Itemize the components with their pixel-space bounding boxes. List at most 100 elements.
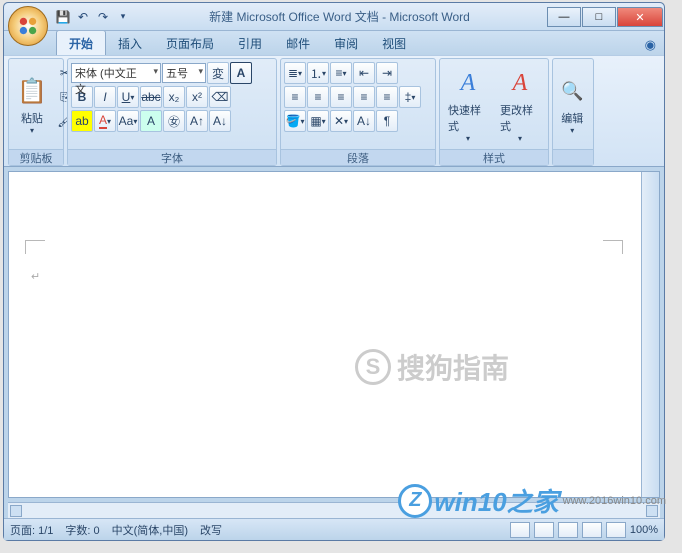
ribbon: 📋 粘贴 ▾ ✂ ⎘ 🖌 剪贴板 宋体 (中文正文 五号 変 A bbox=[4, 55, 664, 167]
change-styles-icon: A bbox=[513, 66, 528, 102]
view-draft-button[interactable] bbox=[606, 522, 626, 538]
show-hide-button[interactable]: ¶ bbox=[376, 110, 398, 132]
paste-button[interactable]: 📋 粘贴 ▾ bbox=[12, 62, 52, 146]
group-label-styles: 样式 bbox=[440, 149, 548, 165]
group-font: 宋体 (中文正文 五号 変 A B I U▾ abc x₂ x² ⌫ ab A▾ bbox=[67, 58, 277, 166]
qat-dropdown-icon[interactable]: ▾ bbox=[114, 8, 132, 26]
find-icon: 🔍 bbox=[561, 74, 583, 110]
view-outline-button[interactable] bbox=[582, 522, 602, 538]
asian-layout-button[interactable]: ✕▾ bbox=[330, 110, 352, 132]
clear-formatting-icon[interactable]: ⌫ bbox=[209, 86, 231, 108]
win10-logo-icon: Z bbox=[398, 484, 432, 518]
group-label-clipboard: 剪贴板 bbox=[9, 149, 63, 165]
tab-mailings[interactable]: 邮件 bbox=[274, 31, 322, 55]
change-styles-button[interactable]: A 更改样式 ▾ bbox=[495, 62, 545, 146]
tab-page-layout[interactable]: 页面布局 bbox=[154, 31, 226, 55]
tab-references[interactable]: 引用 bbox=[226, 31, 274, 55]
character-border-icon[interactable]: A bbox=[230, 62, 252, 84]
office-button[interactable] bbox=[8, 6, 48, 46]
strikethrough-button[interactable]: abc bbox=[140, 86, 162, 108]
undo-icon[interactable]: ↶ bbox=[74, 8, 92, 26]
margin-corner bbox=[603, 240, 623, 254]
redo-icon[interactable]: ↷ bbox=[94, 8, 112, 26]
close-button[interactable]: ✕ bbox=[617, 7, 663, 27]
chevron-down-icon: ▾ bbox=[466, 134, 470, 143]
justify-button[interactable]: ≡ bbox=[353, 86, 375, 108]
maximize-button[interactable]: □ bbox=[582, 7, 616, 27]
group-label-font: 字体 bbox=[68, 149, 276, 165]
char-shading-button[interactable]: A bbox=[140, 110, 162, 132]
align-center-button[interactable]: ≡ bbox=[307, 86, 329, 108]
ribbon-tabs: 开始 插入 页面布局 引用 邮件 审阅 视图 ◉ bbox=[4, 31, 664, 55]
highlight-color-button[interactable]: ab bbox=[71, 110, 93, 132]
multilevel-list-button[interactable]: ≡▾ bbox=[330, 62, 352, 84]
titlebar: 💾 ↶ ↷ ▾ 新建 Microsoft Office Word 文档 - Mi… bbox=[4, 3, 664, 31]
group-label-editing bbox=[553, 149, 593, 165]
decrease-indent-button[interactable]: ⇤ bbox=[353, 62, 375, 84]
tab-insert[interactable]: 插入 bbox=[106, 31, 154, 55]
status-page[interactable]: 页面: 1/1 bbox=[10, 522, 53, 538]
superscript-button[interactable]: x² bbox=[186, 86, 208, 108]
align-right-button[interactable]: ≡ bbox=[330, 86, 352, 108]
watermark-win10: Z win10之家 www.2016win10.com bbox=[398, 482, 666, 519]
grow-font-button[interactable]: A↑ bbox=[186, 110, 208, 132]
increase-indent-button[interactable]: ⇥ bbox=[376, 62, 398, 84]
chevron-down-icon: ▾ bbox=[570, 126, 574, 135]
watermark-sogou: S 搜狗指南 bbox=[355, 347, 509, 387]
window-controls: — □ ✕ bbox=[547, 6, 664, 27]
tab-review[interactable]: 审阅 bbox=[322, 31, 370, 55]
document-area[interactable]: ↵ S 搜狗指南 bbox=[8, 171, 660, 498]
font-family-select[interactable]: 宋体 (中文正文 bbox=[71, 63, 161, 83]
vertical-scrollbar[interactable] bbox=[641, 172, 659, 497]
group-paragraph: ≣▾ ⒈▾ ≡▾ ⇤ ⇥ ≡ ≡ ≡ ≡ ≡ ‡▾ 🪣▾ ▦▾ ✕ bbox=[280, 58, 436, 166]
quick-styles-icon: A bbox=[461, 66, 476, 102]
help-icon[interactable]: ◉ bbox=[645, 37, 656, 55]
quick-styles-button[interactable]: A 快速样式 ▾ bbox=[443, 62, 493, 146]
borders-button[interactable]: ▦▾ bbox=[307, 110, 329, 132]
font-size-select[interactable]: 五号 bbox=[162, 63, 206, 83]
group-clipboard: 📋 粘贴 ▾ ✂ ⎘ 🖌 剪贴板 bbox=[8, 58, 64, 166]
chevron-down-icon: ▾ bbox=[518, 134, 522, 143]
editing-button[interactable]: 🔍 编辑 ▾ bbox=[556, 62, 588, 146]
view-print-layout-button[interactable] bbox=[510, 522, 530, 538]
subscript-button[interactable]: x₂ bbox=[163, 86, 185, 108]
cursor-mark: ↵ bbox=[31, 270, 40, 283]
clipboard-icon: 📋 bbox=[17, 74, 47, 110]
bullets-button[interactable]: ≣▾ bbox=[284, 62, 306, 84]
app-window: 💾 ↶ ↷ ▾ 新建 Microsoft Office Word 文档 - Mi… bbox=[3, 2, 665, 541]
status-mode[interactable]: 改写 bbox=[200, 522, 222, 538]
tab-view[interactable]: 视图 bbox=[370, 31, 418, 55]
page[interactable]: ↵ bbox=[19, 182, 629, 467]
status-words[interactable]: 字数: 0 bbox=[65, 522, 99, 538]
align-left-button[interactable]: ≡ bbox=[284, 86, 306, 108]
view-web-layout-button[interactable] bbox=[558, 522, 578, 538]
sogou-logo-icon: S bbox=[355, 349, 391, 385]
sort-button[interactable]: A↓ bbox=[353, 110, 375, 132]
statusbar: 页面: 1/1 字数: 0 中文(简体,中国) 改写 100% bbox=[4, 518, 664, 540]
group-editing: 🔍 编辑 ▾ bbox=[552, 58, 594, 166]
margin-corner bbox=[25, 240, 45, 254]
phonetic-guide-icon[interactable]: 変 bbox=[207, 62, 229, 84]
enclose-char-button[interactable]: ㊛ bbox=[163, 110, 185, 132]
line-spacing-button[interactable]: ‡▾ bbox=[399, 86, 421, 108]
tab-home[interactable]: 开始 bbox=[56, 30, 106, 55]
distributed-button[interactable]: ≡ bbox=[376, 86, 398, 108]
save-icon[interactable]: 💾 bbox=[54, 8, 72, 26]
shrink-font-button[interactable]: A↓ bbox=[209, 110, 231, 132]
scroll-left-icon[interactable] bbox=[10, 505, 22, 517]
chevron-down-icon: ▾ bbox=[30, 126, 34, 135]
italic-button[interactable]: I bbox=[94, 86, 116, 108]
window-title: 新建 Microsoft Office Word 文档 - Microsoft … bbox=[132, 8, 547, 25]
view-full-screen-button[interactable] bbox=[534, 522, 554, 538]
underline-button[interactable]: U▾ bbox=[117, 86, 139, 108]
group-styles: A 快速样式 ▾ A 更改样式 ▾ 样式 bbox=[439, 58, 549, 166]
status-language[interactable]: 中文(简体,中国) bbox=[112, 522, 188, 538]
font-color-button[interactable]: A▾ bbox=[94, 110, 116, 132]
shading-button[interactable]: 🪣▾ bbox=[284, 110, 306, 132]
zoom-level[interactable]: 100% bbox=[630, 524, 658, 536]
change-case-button[interactable]: Aa▾ bbox=[117, 110, 139, 132]
group-label-paragraph: 段落 bbox=[281, 149, 435, 165]
numbering-button[interactable]: ⒈▾ bbox=[307, 62, 329, 84]
minimize-button[interactable]: — bbox=[547, 7, 581, 27]
quick-access-toolbar: 💾 ↶ ↷ ▾ bbox=[54, 8, 132, 26]
